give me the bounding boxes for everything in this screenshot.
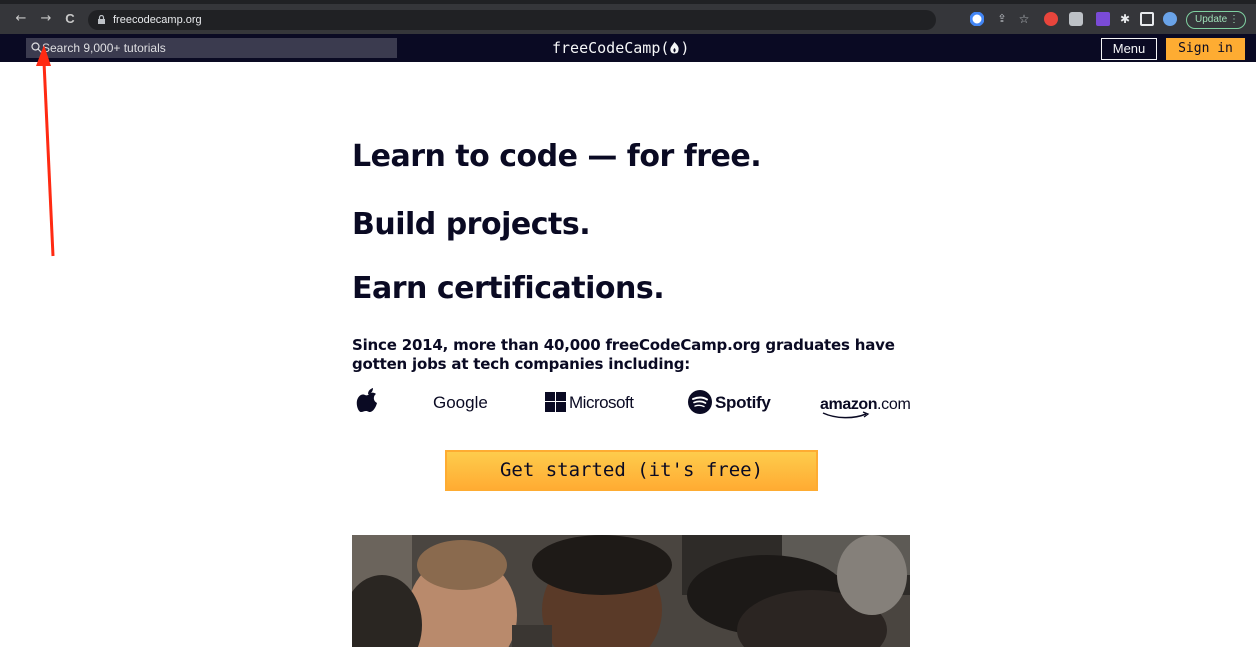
tab-strip — [0, 0, 1256, 4]
search-icon — [31, 42, 42, 53]
back-button[interactable]: ← — [14, 12, 28, 26]
get-started-button[interactable]: Get started (it's free) — [445, 450, 818, 491]
address-bar[interactable] — [88, 10, 936, 30]
company-google: Google — [433, 393, 488, 412]
puzzle-extensions-icon[interactable]: ✱ — [1118, 12, 1132, 26]
google-icon[interactable] — [969, 11, 985, 27]
hero-photo — [352, 535, 910, 647]
hero-heading-2: Build projects. — [352, 207, 591, 242]
profile-avatar[interactable] — [1163, 12, 1177, 26]
reload-button[interactable]: C — [63, 12, 77, 26]
menu-button[interactable]: Menu — [1101, 38, 1157, 60]
company-microsoft: Microsoft — [569, 393, 634, 412]
shield-extension-icon[interactable] — [1069, 12, 1083, 26]
apple-logo-icon — [356, 388, 377, 412]
google-g-icon — [969, 11, 985, 27]
update-button[interactable]: Update ⋮ — [1186, 11, 1246, 29]
company-amazon-domain: .com — [877, 396, 911, 413]
spotify-logo-icon — [688, 390, 712, 414]
company-spotify: Spotify — [715, 393, 771, 412]
microsoft-logo-icon — [545, 392, 566, 412]
logo-text-end: ) — [680, 39, 690, 57]
hero-heading-3: Earn certifications. — [352, 271, 665, 306]
update-label: Update — [1195, 14, 1228, 25]
sidepanel-icon[interactable] — [1140, 12, 1154, 26]
search-placeholder[interactable]: Search 9,000+ tutorials — [42, 41, 166, 55]
hero-subtext: Since 2014, more than 40,000 freeCodeCam… — [352, 336, 895, 373]
forward-button[interactable]: → — [39, 12, 53, 26]
people-photo-image — [352, 535, 910, 647]
logo-text: freeCodeCamp( — [552, 39, 670, 57]
share-icon[interactable]: ⇪ — [995, 12, 1009, 26]
lock-icon — [98, 15, 105, 24]
flame-icon — [670, 42, 680, 54]
adblock-icon[interactable] — [1044, 12, 1058, 26]
url-text[interactable]: freecodecamp.org — [113, 11, 202, 29]
sign-in-button[interactable]: Sign in — [1166, 38, 1245, 60]
amazon-smile-icon — [822, 411, 870, 419]
hero-heading-1: Learn to code — for free. — [352, 139, 762, 174]
chrome-menu-icon[interactable]: ⋮ — [1229, 12, 1239, 28]
site-logo[interactable]: freeCodeCamp() — [552, 38, 712, 58]
bookmark-star-icon[interactable]: ☆ — [1017, 12, 1031, 26]
p-extension-icon[interactable] — [1096, 12, 1110, 26]
